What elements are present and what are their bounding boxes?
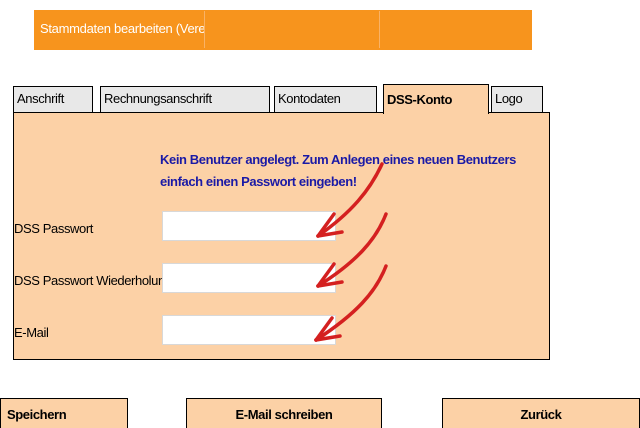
dss-password-input[interactable] bbox=[162, 211, 336, 241]
page-title: Stammdaten bearbeiten (Verein: bbox=[40, 21, 219, 36]
back-button[interactable]: Zurück bbox=[442, 398, 640, 428]
tab-rechnungsanschrift[interactable]: Rechnungsanschrift bbox=[100, 86, 270, 112]
title-bar: Stammdaten bearbeiten (Verein: bbox=[34, 10, 532, 50]
tab-anschrift[interactable]: Anschrift bbox=[13, 86, 93, 112]
email-input[interactable] bbox=[162, 315, 336, 345]
dss-password-repeat-label: DSS Passwort Wiederholung bbox=[14, 273, 172, 288]
tab-kontodaten[interactable]: Kontodaten bbox=[274, 86, 377, 112]
notice-text: Kein Benutzer angelegt. Zum Anlegen eine… bbox=[160, 152, 516, 189]
verein-field[interactable] bbox=[204, 11, 380, 48]
tab-dss-konto[interactable]: DSS-Konto bbox=[383, 84, 489, 114]
save-button[interactable]: Speichern bbox=[0, 398, 128, 428]
dss-konto-panel: Kein Benutzer angelegt. Zum Anlegen eine… bbox=[13, 112, 550, 360]
dss-password-label: DSS Passwort bbox=[14, 221, 94, 236]
dss-password-repeat-input[interactable] bbox=[162, 263, 336, 293]
stammdaten-page: Stammdaten bearbeiten (Verein: Anschrift… bbox=[0, 0, 640, 428]
tab-logo[interactable]: Logo bbox=[491, 86, 543, 112]
email-label: E-Mail bbox=[14, 325, 49, 340]
email-button[interactable]: E-Mail schreiben bbox=[186, 398, 382, 428]
